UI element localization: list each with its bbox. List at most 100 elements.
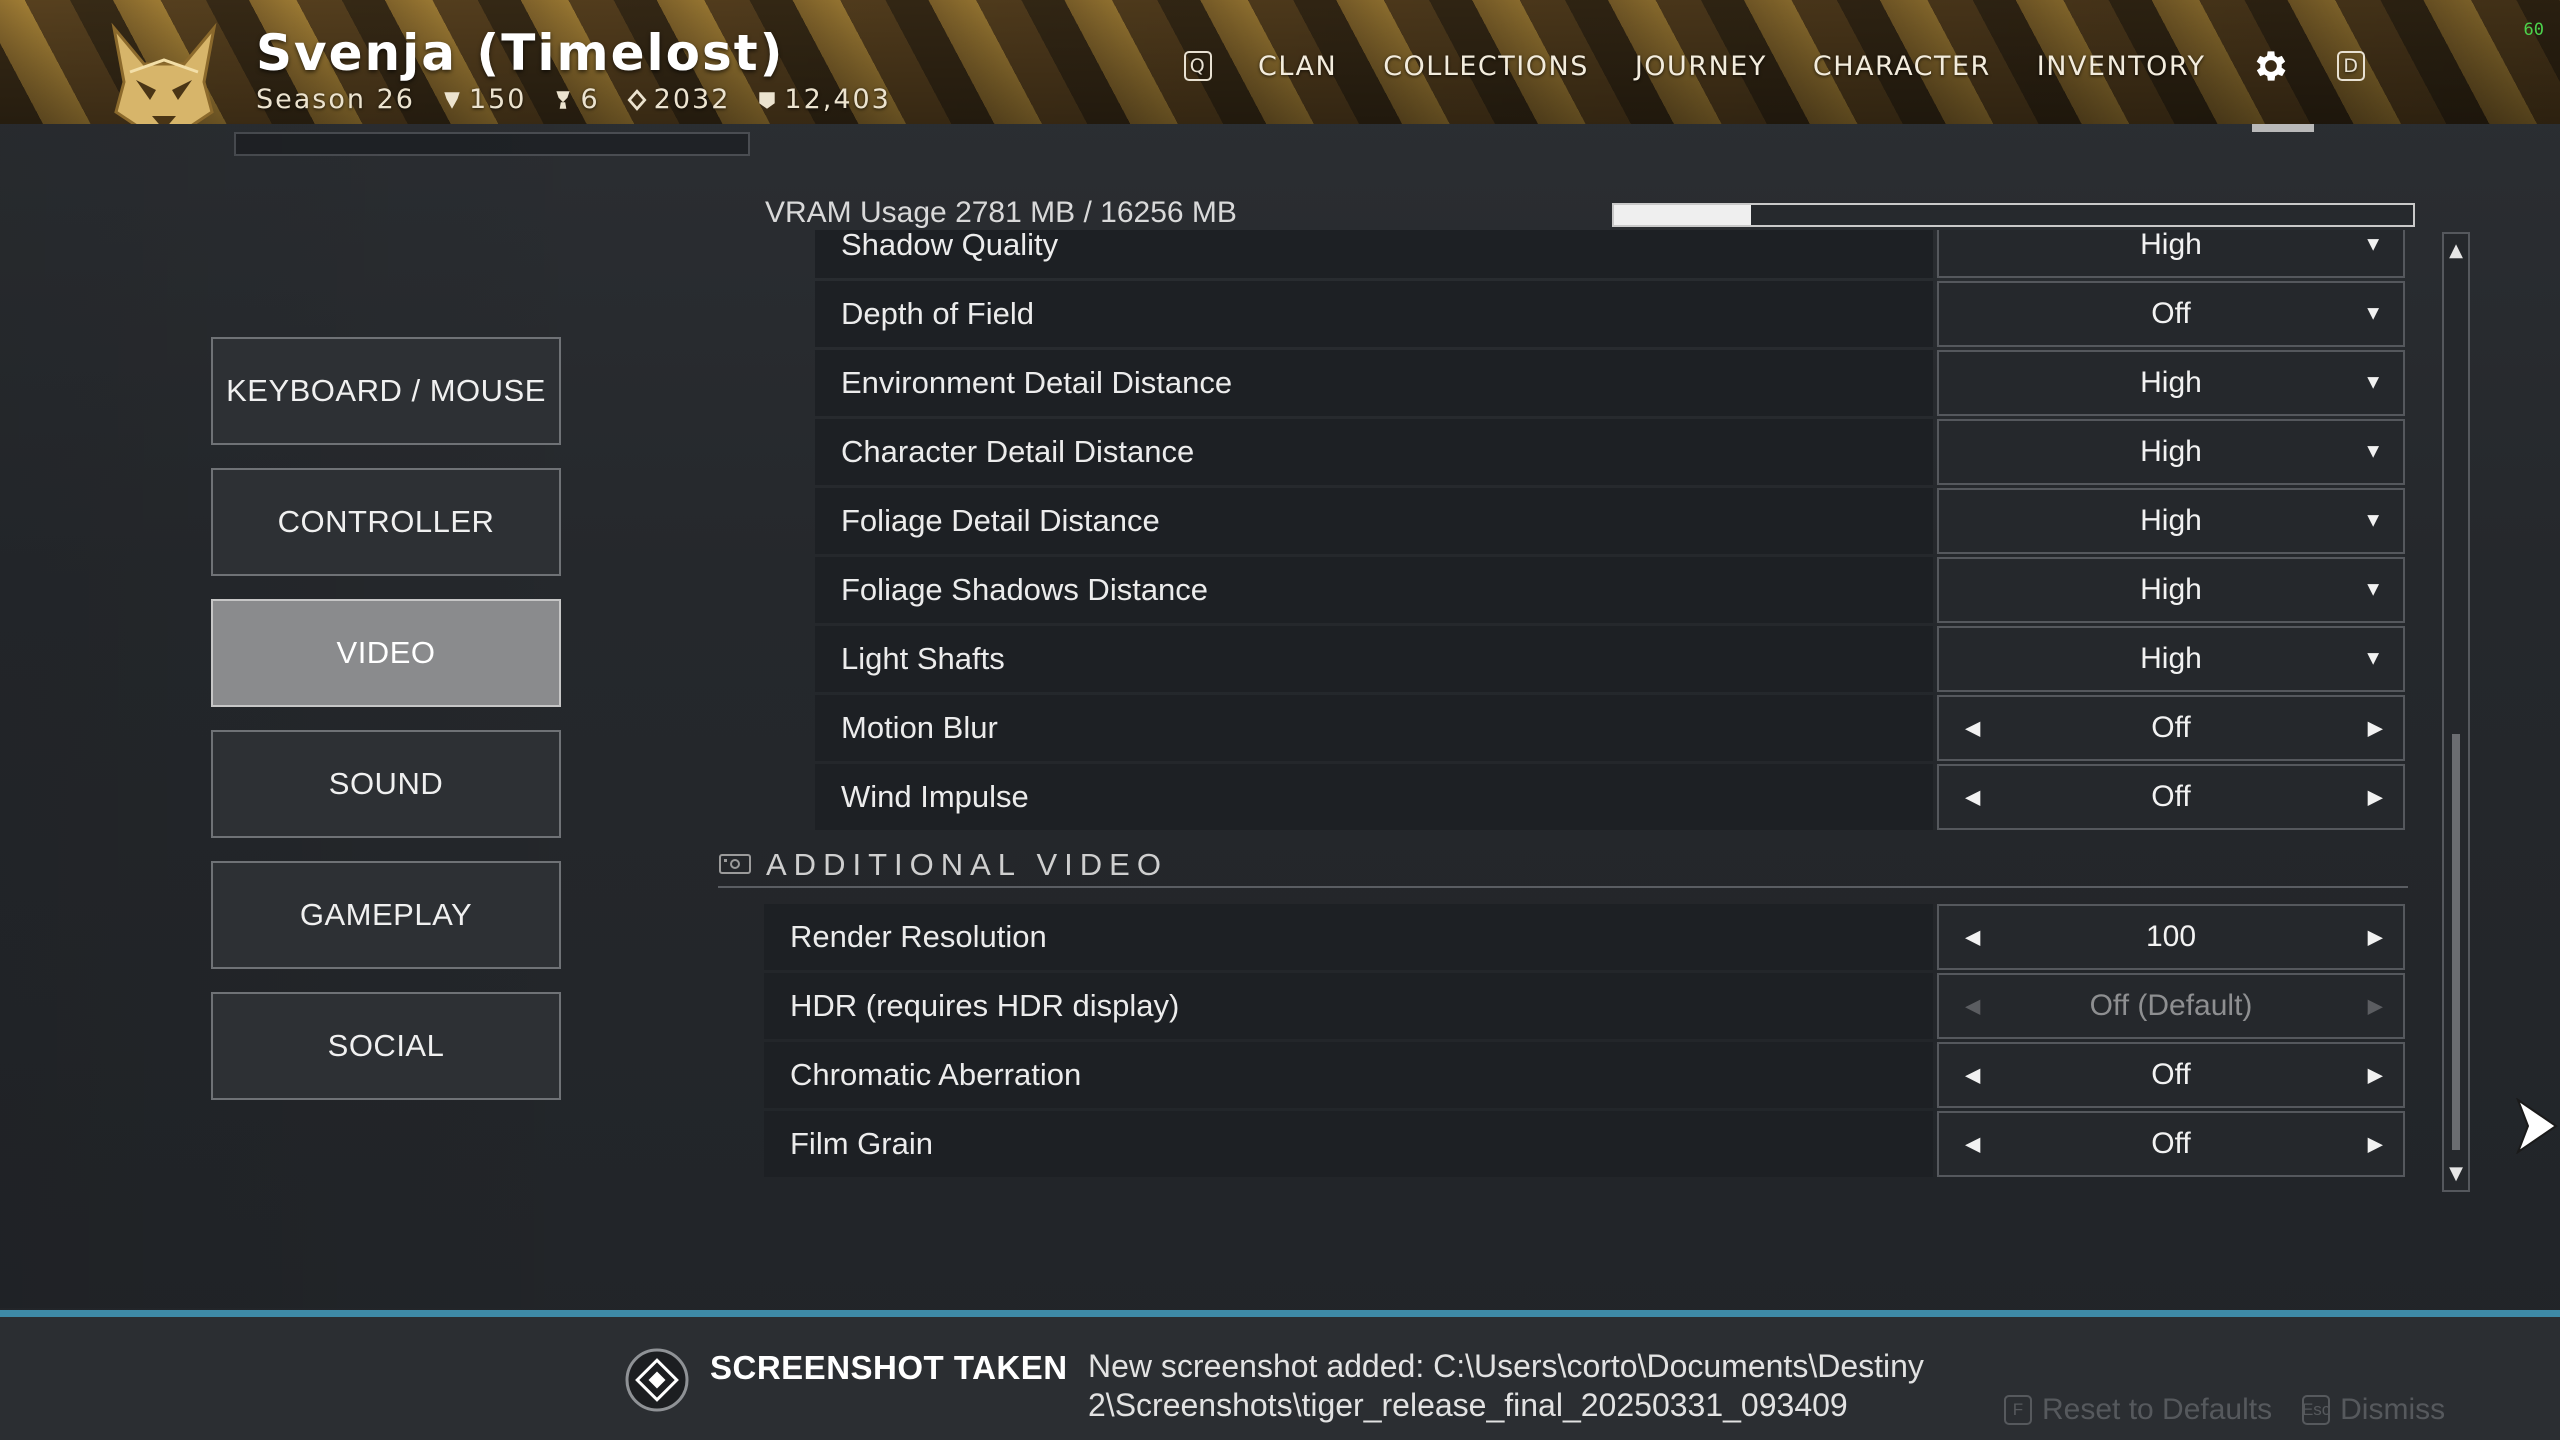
chromatic-aberration-stepper[interactable]: Off ◀ ▶ (1937, 1042, 2405, 1108)
top-navigation: Q CLAN COLLECTIONS JOURNEY CHARACTER INV… (1184, 46, 2366, 86)
menu-video[interactable]: VIDEO (211, 599, 561, 707)
setting-row-motion-blur[interactable]: Motion Blur Off ◀ ▶ (815, 695, 2405, 761)
active-tab-indicator (2252, 124, 2314, 132)
setting-row-hdr-requires-hdr-display[interactable]: HDR (requires HDR display) Off (Default) ◀… (764, 973, 2405, 1039)
setting-row-render-resolution[interactable]: Render Resolution 100 ◀ ▶ (764, 904, 2405, 970)
decrement-arrow-icon[interactable]: ◀ (1965, 716, 1980, 741)
guardian-rank-stat: 150 (441, 84, 527, 115)
setting-row-depth-of-field[interactable]: Depth of Field Off ▼ (815, 281, 2405, 347)
settings-category-panel (0, 124, 645, 1308)
setting-row-film-grain[interactable]: Film Grain Off ◀ ▶ (764, 1111, 2405, 1177)
increment-arrow-icon[interactable]: ▶ (2368, 785, 2383, 810)
setting-label: Motion Blur (815, 695, 1933, 761)
hdr-requires-hdr-display-stepper: Off (Default) ◀ ▶ (1937, 973, 2405, 1039)
screenshot-notification: SCREENSHOT TAKEN New screenshot added: C… (0, 1310, 2560, 1440)
shadow-quality-dropdown[interactable]: High ▼ (1937, 230, 2405, 278)
season-stats: Season 26 150 6 2032 12,403 (256, 84, 891, 115)
increment-arrow-icon: ▶ (2367, 995, 2383, 1018)
decrement-arrow-icon[interactable]: ◀ (1965, 785, 1980, 810)
decrement-arrow-icon[interactable]: ◀ (1965, 925, 1980, 950)
nav-inventory[interactable]: INVENTORY (2037, 51, 2206, 82)
reset-defaults-label: Reset to Defaults (2042, 1393, 2273, 1426)
notification-actions: F Reset to Defaults Esc Dismiss (2004, 1393, 2445, 1427)
decrement-arrow-icon: ◀ (1965, 995, 1981, 1018)
menu-controller[interactable]: CONTROLLER (211, 468, 561, 576)
setting-label: Foliage Shadows Distance (815, 557, 1933, 623)
settings-scrollbar[interactable]: ▲ ▼ (2442, 232, 2470, 1192)
nav-journey[interactable]: JOURNEY (1635, 51, 1767, 82)
setting-row-wind-impulse[interactable]: Wind Impulse Off ◀ ▶ (815, 764, 2405, 830)
setting-value: High (2140, 366, 2202, 399)
setting-label: Shadow Quality (815, 230, 1933, 278)
dropdown-arrow-icon[interactable]: ▼ (2363, 648, 2383, 671)
decrement-arrow-icon[interactable]: ◀ (1965, 1063, 1980, 1088)
commendation-icon (759, 91, 776, 109)
vram-usage-fill (1614, 205, 1751, 225)
dropdown-arrow-icon[interactable]: ▼ (2363, 441, 2383, 464)
nav-collections[interactable]: COLLECTIONS (1383, 51, 1589, 82)
scroll-thumb[interactable] (2452, 734, 2460, 1150)
dismiss-key-hint: Esc (2302, 1395, 2330, 1425)
light-shafts-dropdown[interactable]: High ▼ (1937, 626, 2405, 692)
scroll-up-arrow-icon[interactable]: ▲ (2444, 240, 2468, 261)
nav-prev-key[interactable]: Q (1184, 51, 1212, 81)
menu-sound[interactable]: SOUND (211, 730, 561, 838)
menu-social[interactable]: SOCIAL (211, 992, 561, 1100)
mouse-cursor-icon (2516, 1098, 2558, 1154)
dropdown-arrow-icon[interactable]: ▼ (2363, 579, 2383, 602)
increment-arrow-icon[interactable]: ▶ (2368, 1063, 2383, 1088)
setting-row-foliage-detail-distance[interactable]: Foliage Detail Distance High ▼ (815, 488, 2405, 554)
nav-clan[interactable]: CLAN (1258, 51, 1337, 82)
increment-arrow-icon[interactable]: ▶ (2368, 925, 2383, 950)
dropdown-arrow-icon[interactable]: ▼ (2363, 303, 2383, 326)
additional-video-title: ADDITIONAL VIDEO (766, 847, 1168, 882)
setting-row-foliage-shadows-distance[interactable]: Foliage Shadows Distance High ▼ (815, 557, 2405, 623)
setting-row-character-detail-distance[interactable]: Character Detail Distance High ▼ (815, 419, 2405, 485)
setting-value: Off (2151, 297, 2191, 330)
reset-key-hint: F (2004, 1395, 2032, 1425)
scroll-down-arrow-icon[interactable]: ▼ (2444, 1163, 2468, 1184)
triumph-icon (556, 90, 571, 109)
nav-character[interactable]: CHARACTER (1813, 51, 1991, 82)
settings-gear-icon[interactable] (2251, 46, 2291, 86)
setting-label: Light Shafts (815, 626, 1933, 692)
dropdown-arrow-icon[interactable]: ▼ (2363, 234, 2383, 257)
decrement-arrow-icon[interactable]: ◀ (1965, 1132, 1980, 1157)
vram-usage-label: VRAM Usage 2781 MB / 16256 MB (765, 196, 1237, 229)
dropdown-arrow-icon[interactable]: ▼ (2363, 372, 2383, 395)
menu-gameplay[interactable]: GAMEPLAY (211, 861, 561, 969)
nav-next-key[interactable]: D (2337, 51, 2366, 81)
player-name: Svenja (Timelost) (256, 24, 785, 82)
setting-row-chromatic-aberration[interactable]: Chromatic Aberration Off ◀ ▶ (764, 1042, 2405, 1108)
setting-row-shadow-quality[interactable]: Shadow Quality High ▼ (815, 230, 2405, 278)
depth-of-field-dropdown[interactable]: Off ▼ (1937, 281, 2405, 347)
film-grain-stepper[interactable]: Off ◀ ▶ (1937, 1111, 2405, 1177)
notification-message: New screenshot added: C:\Users\corto\Doc… (1088, 1348, 1924, 1423)
increment-arrow-icon[interactable]: ▶ (2368, 716, 2383, 741)
dropdown-arrow-icon[interactable]: ▼ (2363, 510, 2383, 533)
motion-blur-stepper[interactable]: Off ◀ ▶ (1937, 695, 2405, 761)
setting-row-light-shafts[interactable]: Light Shafts High ▼ (815, 626, 2405, 692)
setting-label: Film Grain (764, 1111, 1933, 1177)
setting-value: High (2140, 642, 2202, 675)
foliage-shadows-distance-dropdown[interactable]: High ▼ (1937, 557, 2405, 623)
foliage-detail-distance-dropdown[interactable]: High ▼ (1937, 488, 2405, 554)
top-banner: Svenja (Timelost) Season 26 150 6 2032 1… (0, 0, 2560, 124)
menu-keyboard-mouse[interactable]: KEYBOARD / MOUSE (211, 337, 561, 445)
character-detail-distance-dropdown[interactable]: High ▼ (1937, 419, 2405, 485)
setting-label: Chromatic Aberration (764, 1042, 1933, 1108)
power-level-stat: 2032 (626, 84, 731, 115)
render-resolution-stepper[interactable]: 100 ◀ ▶ (1937, 904, 2405, 970)
dismiss-button[interactable]: Esc Dismiss (2302, 1393, 2445, 1427)
setting-row-environment-detail-distance[interactable]: Environment Detail Distance High ▼ (815, 350, 2405, 416)
wind-impulse-stepper[interactable]: Off ◀ ▶ (1937, 764, 2405, 830)
triumph-stat: 6 (552, 84, 599, 115)
setting-label: Foliage Detail Distance (815, 488, 1933, 554)
setting-value: High (2140, 573, 2202, 606)
reset-defaults-button[interactable]: F Reset to Defaults (2004, 1393, 2272, 1427)
guardian-rank-icon (444, 91, 460, 109)
fps-counter: 60 (2523, 20, 2544, 40)
commendation-stat: 12,403 (756, 84, 890, 115)
environment-detail-distance-dropdown[interactable]: High ▼ (1937, 350, 2405, 416)
increment-arrow-icon[interactable]: ▶ (2368, 1132, 2383, 1157)
